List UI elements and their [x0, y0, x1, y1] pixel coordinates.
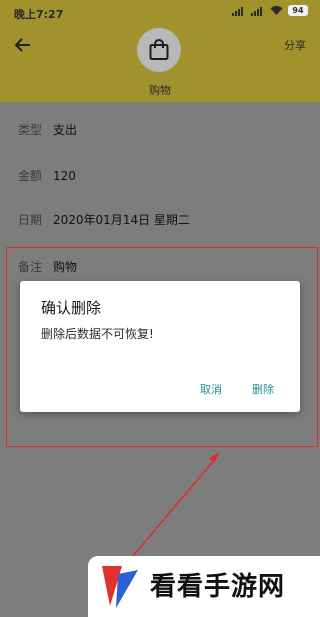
confirm-delete-dialog: 确认删除 删除后数据不可恢复! 取消 删除 [20, 281, 300, 412]
watermark-badge: 看看手游网 [88, 556, 320, 617]
category-label: 购物 [149, 84, 171, 97]
detail-key: 类型 [18, 123, 43, 137]
detail-key: 金额 [18, 169, 43, 183]
detail-row-date: 日期 2020年01月14日 星期二 [18, 211, 190, 228]
status-time: 晚上7:27 [14, 8, 64, 21]
detail-value: 支出 [53, 123, 78, 137]
battery-icon: 94 [288, 5, 308, 16]
watermark-logo-icon [102, 566, 138, 608]
dialog-title: 确认删除 [41, 299, 102, 317]
status-icons: 94 [232, 5, 308, 16]
signal-icon [251, 5, 265, 16]
arrow-left-icon[interactable] [12, 36, 34, 58]
detail-key: 日期 [18, 213, 43, 227]
watermark-text: 看看手游网 [150, 572, 286, 602]
category-icon-circle [137, 28, 181, 72]
shopping-bag-icon [149, 39, 169, 60]
detail-row-amount: 金额 120 [18, 167, 76, 184]
app-header: 分享 购物 [0, 24, 320, 102]
dialog-message: 删除后数据不可恢复! [41, 327, 154, 341]
detail-value: 2020年01月14日 星期二 [53, 213, 190, 227]
status-bar: 晚上7:27 94 [0, 0, 320, 24]
share-button[interactable]: 分享 [284, 37, 306, 53]
wifi-icon [270, 6, 283, 15]
cancel-button[interactable]: 取消 [200, 381, 222, 397]
detail-value: 120 [53, 169, 76, 183]
delete-button[interactable]: 删除 [252, 381, 274, 397]
detail-row-type: 类型 支出 [18, 121, 77, 138]
signal-icon [232, 5, 246, 16]
